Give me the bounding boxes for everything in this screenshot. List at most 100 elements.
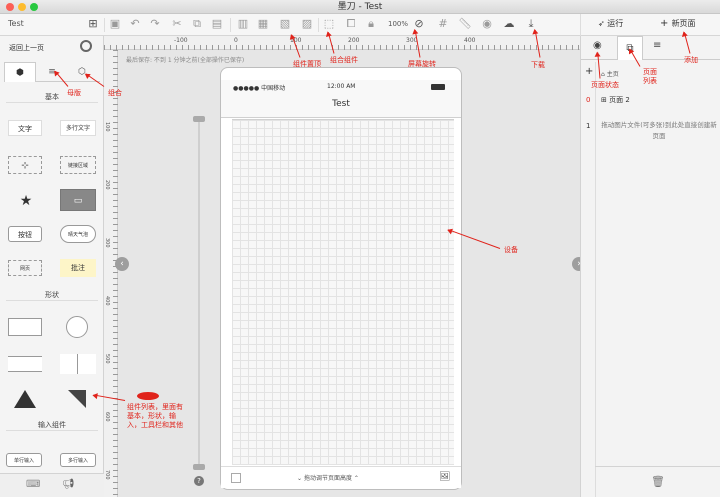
component-text[interactable]: 文字 (8, 120, 42, 136)
help-icon[interactable]: ? (194, 476, 204, 486)
component-circle[interactable] (66, 316, 88, 338)
zoom-slider-track[interactable] (198, 120, 200, 470)
hide-icon[interactable]: ◉ (480, 17, 494, 31)
component-webpage[interactable]: 网页 (8, 260, 42, 276)
page-panel: ◉ ⧉ ≡ + ⌂ 主页 0 ⊞ 页面 2 1 拖动图片文件(可多张)到此处直接… (580, 36, 720, 497)
component-star-icon[interactable]: ★ (14, 192, 38, 210)
device-navbar: ●●●●● 中国移动 12:00 AM Test (221, 80, 461, 118)
project-name: Test (8, 19, 24, 28)
component-image-icon[interactable]: ▭ (60, 189, 96, 211)
zoom-slider-handle-top[interactable] (193, 116, 205, 122)
page-item[interactable]: ⊞ 页面 2 (601, 95, 630, 105)
expand-icon: ⊞ (601, 96, 610, 104)
image-icon[interactable]: 🖼︎ (439, 472, 450, 482)
upload-cloud-icon[interactable]: ☁ (502, 17, 516, 31)
undo-icon[interactable]: ↶ (128, 17, 142, 31)
annotation-download: 下载 (531, 61, 545, 69)
component-vertical-line[interactable] (60, 354, 96, 374)
annotation-comp-group: 组合组件 (330, 56, 358, 64)
chevron-down-icon: ⌄ (297, 475, 304, 482)
device-screen[interactable] (232, 119, 454, 465)
section-inputs-title: 输入组件 (38, 421, 66, 429)
drop-hint: 拖动图片文件(可多张)到此处直接创建新页面 (601, 121, 717, 140)
keyboard-icon[interactable]: ⌨ (26, 479, 40, 490)
ungroup-icon[interactable]: ⧠ (344, 17, 358, 31)
battery-icon (431, 84, 445, 90)
bring-back-icon[interactable]: ▧ (278, 17, 292, 31)
window-titlebar: 墨刀 - Test (0, 0, 720, 14)
component-link-area[interactable]: 链接区域 (60, 156, 96, 174)
annotation-comp-top: 组件置顶 (293, 60, 321, 68)
grid-icon[interactable]: # (436, 17, 450, 31)
paste-icon[interactable]: ▤ (210, 17, 224, 31)
device-bottom-bar: ⌄ 拖动调节页面高度 ⌃ 🖼︎ (221, 466, 461, 488)
page-panel-tabs: ◉ ⧉ ≡ (581, 36, 720, 60)
component-multi-input[interactable]: 多行输入 (60, 453, 96, 467)
annotation-page-list: 页面列表 (643, 68, 657, 85)
lock-icon[interactable]: 🔒︎ (364, 17, 378, 31)
chevron-up-icon: ⌃ (351, 475, 359, 482)
component-corner-triangle-icon[interactable] (68, 390, 86, 408)
section-shapes-title: 形状 (45, 291, 59, 299)
trash-icon[interactable]: 🗑︎ (651, 475, 665, 488)
autosave-note: 最后保存: 不到 1 分钟之前(全部操作已保存) (126, 57, 245, 64)
align-left-icon[interactable]: ▥ (236, 17, 250, 31)
home-page-item[interactable]: ⌂ 主页 (601, 69, 619, 78)
horizontal-ruler: -100 0 100 200 300 400 (104, 36, 580, 50)
component-weather-bubble[interactable]: 晴天气泡 (60, 225, 96, 243)
menu-icon[interactable]: ≡ (653, 40, 661, 51)
window-title: 墨刀 - Test (337, 2, 383, 12)
screen-title: Test (332, 99, 350, 109)
bring-front-icon[interactable]: ▨ (300, 17, 314, 31)
annotation-page-state: 页面状态 (591, 81, 619, 89)
back-link[interactable]: 返回上一页 (9, 43, 44, 53)
component-multiline-text[interactable]: 多行文字 (60, 120, 96, 136)
annotation-group: 组合 (108, 89, 122, 97)
basic-tab-cube-icon[interactable]: ⬢ (4, 62, 36, 82)
annotation-component-list: 组件列表，里面有基本，形状，输入，工具栏和其他 (127, 403, 183, 429)
run-button[interactable]: ➶ 运行 (598, 18, 623, 29)
new-page-button[interactable]: + 新页面 (660, 18, 696, 29)
section-basic-title: 基本 (45, 93, 59, 101)
left-footer: ⌨ 📢︎ (0, 473, 104, 497)
checkbox[interactable] (231, 473, 241, 483)
cut-icon[interactable]: ✂ (170, 17, 184, 31)
group-tab-shapes-icon[interactable]: ⬡ (70, 62, 94, 82)
annotation-add: 添加 (684, 56, 698, 64)
component-hotspot-icon[interactable]: ⊹ (8, 156, 42, 174)
plus-icon: + (660, 18, 672, 29)
right-footer: 🗑︎ (595, 466, 720, 497)
component-button[interactable]: 按钮 (8, 226, 42, 242)
align-center-icon[interactable]: ▦ (256, 17, 270, 31)
component-note[interactable]: 批注 (60, 259, 96, 277)
zoom-level[interactable]: 100% (388, 20, 408, 28)
annotation-master: 母版 (67, 89, 81, 97)
main-toolbar: Test ⊞ ▣ ↶ ↷ ✂ ⧉ ▤ ▥ ▦ ▧ ▨ ⬚ ⧠ 🔒︎ 100% ⊘… (0, 14, 720, 36)
maximize-window-button[interactable] (30, 3, 38, 11)
group-icon[interactable]: ⬚ (322, 17, 336, 31)
component-horizontal-line[interactable] (8, 356, 42, 372)
ruler-icon[interactable]: 📏︎ (458, 17, 472, 31)
collapse-left-chevron-icon[interactable]: ‹ (115, 257, 129, 271)
component-single-input[interactable]: 单行输入 (6, 453, 42, 467)
rocket-icon: ➶ (598, 19, 608, 28)
save-icon[interactable]: ▣ (108, 17, 122, 31)
carrier-label: ●●●●● 中国移动 (233, 85, 286, 92)
component-triangle-icon[interactable] (14, 390, 36, 408)
add-page-icon[interactable]: + (585, 66, 593, 77)
vertical-ruler: 100 200 300 400 500 600 700 (104, 50, 118, 497)
zoom-slider-handle-bottom[interactable] (193, 464, 205, 470)
page-state-icon[interactable]: ◉ (593, 40, 602, 51)
annotation-rotate: 屏幕旋转 (408, 60, 436, 68)
close-window-button[interactable] (6, 3, 14, 11)
megaphone-icon[interactable]: 📢︎ (62, 479, 75, 490)
minimize-window-button[interactable] (18, 3, 26, 11)
redo-icon[interactable]: ↷ (148, 17, 162, 31)
component-panel: 返回上一页 ⬢ ≡ ⬡ 基本 文字 多行文字 ⊹ 链接区域 ★ ▭ 按钮 晴天气… (0, 36, 104, 497)
height-drag-handle[interactable]: ⌄ 拖动调节页面高度 ⌃ (297, 473, 359, 482)
annotation-device: 设备 (504, 246, 518, 254)
target-icon[interactable] (80, 40, 92, 52)
component-rectangle[interactable] (8, 318, 42, 336)
grid-menu-icon[interactable]: ⊞ (86, 17, 100, 31)
copy-icon[interactable]: ⧉ (190, 17, 204, 31)
